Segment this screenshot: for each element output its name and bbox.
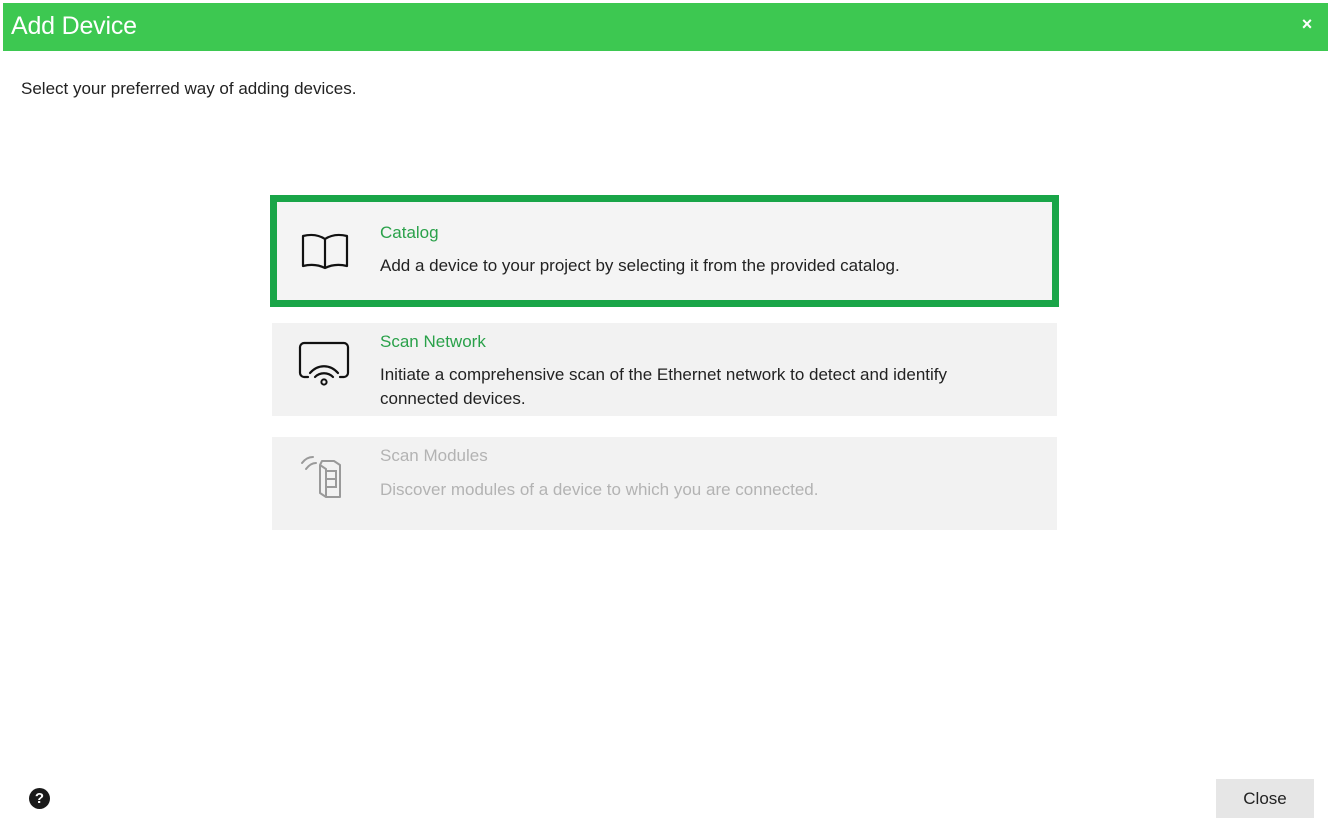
help-icon[interactable]: ? [29, 788, 50, 809]
dialog-title: Add Device [11, 12, 137, 40]
option-scan-modules: Scan Modules Discover modules of a devic… [272, 437, 1057, 530]
close-icon[interactable]: × [1298, 15, 1316, 33]
option-description: Initiate a comprehensive scan of the Eth… [380, 365, 948, 408]
add-device-dialog: Add Device × Select your preferred way o… [0, 0, 1331, 835]
book-icon [301, 233, 349, 270]
title-bar: Add Device × [3, 3, 1328, 51]
instruction-text: Select your preferred way of adding devi… [21, 79, 357, 98]
module-scan-icon [301, 456, 341, 498]
option-scan-network[interactable]: Scan Network Initiate a comprehensive sc… [272, 323, 1057, 416]
option-description: Add a device to your project by selectin… [380, 256, 900, 275]
option-title: Scan Network [380, 332, 486, 351]
option-title: Scan Modules [380, 446, 488, 465]
option-catalog[interactable]: Catalog Add a device to your project by … [270, 195, 1059, 307]
close-button[interactable]: Close [1216, 779, 1314, 818]
network-scan-icon [298, 341, 350, 386]
option-description: Discover modules of a device to which yo… [380, 480, 819, 499]
option-title: Catalog [380, 223, 439, 242]
